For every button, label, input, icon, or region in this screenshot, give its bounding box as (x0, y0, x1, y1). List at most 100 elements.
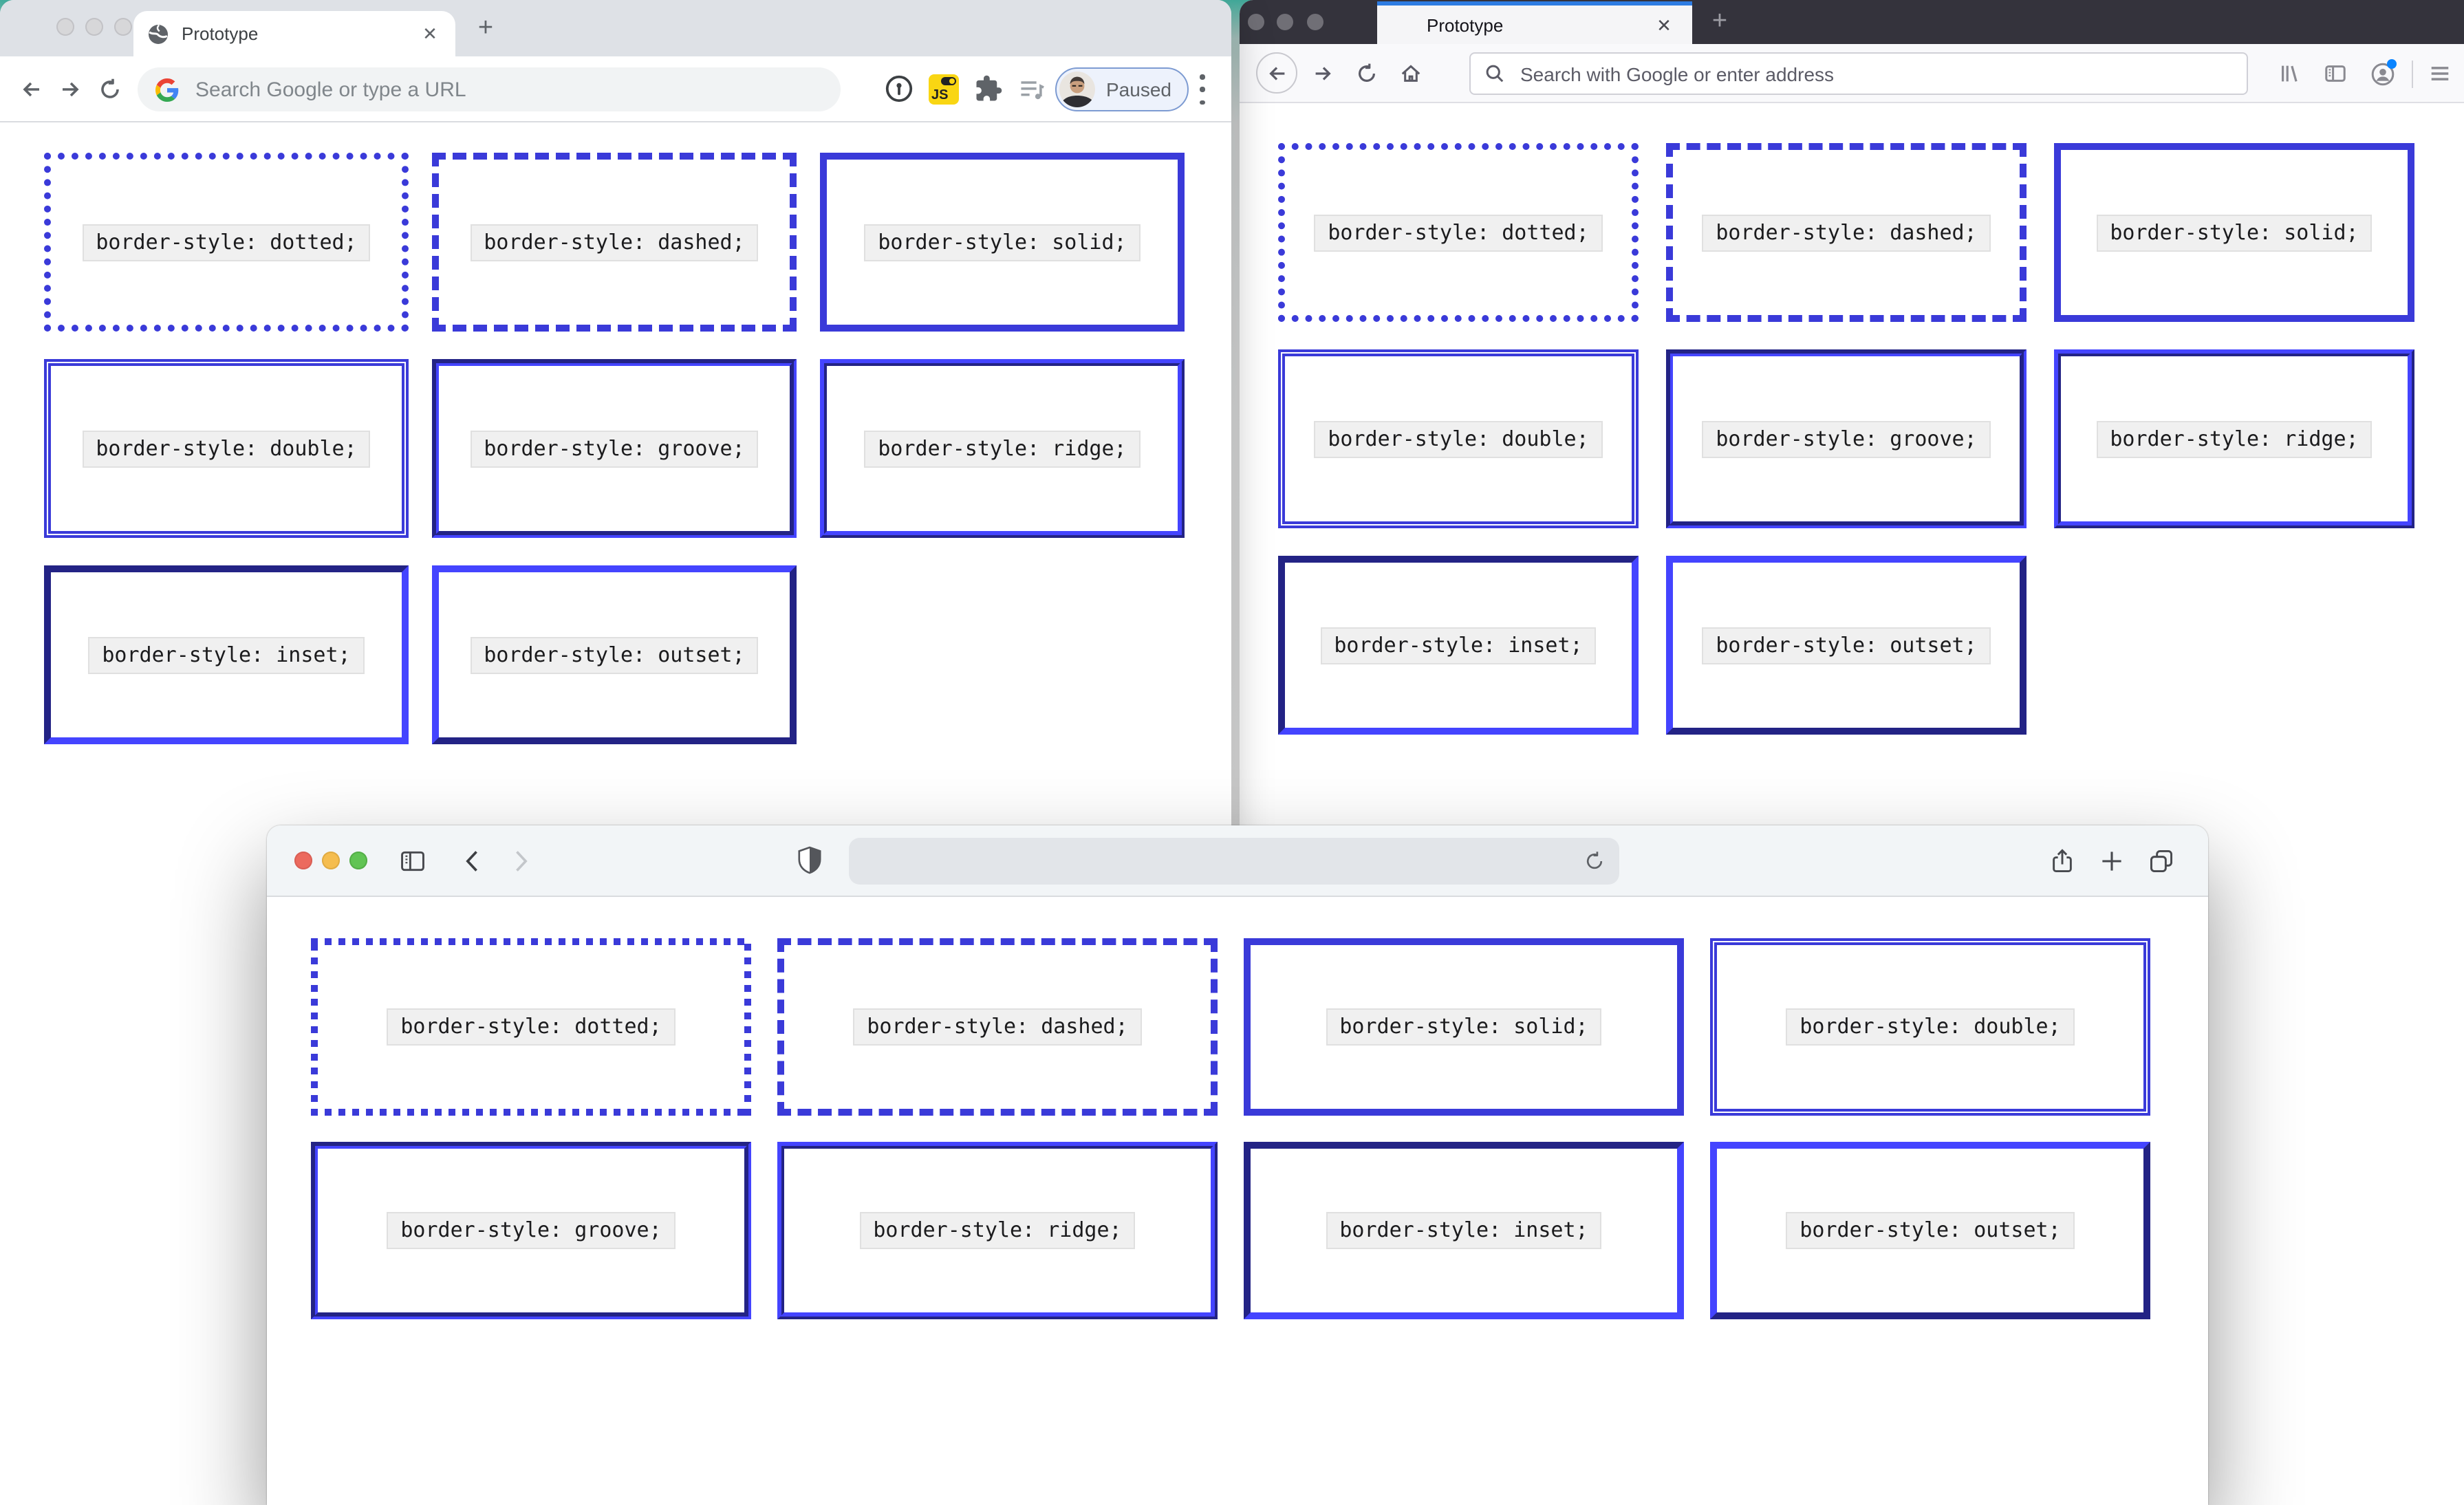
account-notification-dot (2387, 59, 2397, 69)
border-style-box-ridge: border-style: ridge; (820, 359, 1185, 538)
sidebar-icon[interactable] (2324, 62, 2347, 85)
reload-icon[interactable] (98, 77, 122, 102)
border-style-code-label: border-style: inset; (88, 636, 365, 673)
chrome-traffic-minimize-button[interactable] (85, 18, 103, 36)
border-style-code-label: border-style: dashed; (1702, 214, 1991, 251)
border-style-box-inset: border-style: inset; (1278, 556, 1639, 735)
border-style-box-outset: border-style: outset; (432, 565, 797, 744)
border-style-code-label: border-style: dashed; (470, 224, 759, 261)
border-style-code-label: border-style: outset; (1702, 627, 1991, 664)
safari-toolbar (267, 825, 2208, 897)
chrome-menu-icon[interactable] (1200, 74, 1205, 105)
border-style-box-solid: border-style: solid; (1244, 938, 1684, 1116)
border-style-code-label: border-style: outset; (470, 636, 759, 673)
home-icon[interactable] (1399, 62, 1423, 85)
border-style-box-dotted: border-style: dotted; (1278, 143, 1639, 322)
border-style-code-label: border-style: groove; (470, 430, 759, 467)
back-icon[interactable] (19, 77, 44, 102)
js-toggle-extension-icon[interactable]: JS (929, 74, 959, 105)
profile-sync-paused-chip[interactable]: Paused (1055, 67, 1189, 111)
safari-page-content: border-style: dotted; border-style: dashe… (267, 897, 2208, 1505)
border-style-code-label: border-style: double; (82, 430, 371, 467)
safari-address-field[interactable] (849, 838, 1619, 885)
border-style-code-label: border-style: solid; (864, 224, 1141, 261)
chrome-tab-title: Prototype (182, 23, 259, 44)
border-style-box-dotted: border-style: dotted; (44, 153, 409, 332)
google-g-icon (155, 78, 179, 101)
border-style-box-inset: border-style: inset; (1244, 1142, 1684, 1319)
firefox-traffic-zoom-button[interactable] (1307, 14, 1323, 30)
firefox-address-input[interactable] (1517, 61, 2233, 86)
toolbar-separator (2412, 61, 2413, 88)
border-style-box-dashed: border-style: dashed; (432, 153, 797, 332)
border-style-box-solid: border-style: solid; (2054, 143, 2414, 322)
chrome-address-input[interactable] (193, 76, 823, 102)
sidebar-toggle-icon[interactable] (399, 847, 426, 875)
border-style-code-label: border-style: solid; (2096, 214, 2373, 251)
border-style-box-dashed: border-style: dashed; (1666, 143, 2027, 322)
safari-traffic-close-button[interactable] (294, 852, 312, 869)
account-icon[interactable] (2370, 59, 2397, 86)
new-tab-plus-icon[interactable] (2098, 847, 2126, 875)
chrome-traffic-close-button[interactable] (56, 18, 74, 36)
safari-window: border-style: dotted; border-style: dashe… (267, 825, 2208, 1505)
firefox-tab-title: Prototype (1427, 14, 1504, 35)
reload-icon[interactable] (1584, 850, 1606, 872)
border-style-box-ridge: border-style: ridge; (2054, 349, 2414, 528)
border-style-box-dashed: border-style: dashed; (777, 938, 1218, 1116)
chrome-tab-close-icon[interactable]: ✕ (418, 22, 442, 45)
safari-traffic-minimize-button[interactable] (322, 852, 340, 869)
firefox-tab-close-icon[interactable]: ✕ (1652, 13, 1676, 36)
border-style-box-inset: border-style: inset; (44, 565, 409, 744)
firefox-tab-strip: Prototype ✕ + (1240, 0, 2464, 44)
border-style-box-double: border-style: double; (44, 359, 409, 538)
firefox-toolbar (1240, 44, 2464, 103)
chrome-tab-strip: Prototype ✕ + (0, 0, 1231, 56)
reload-icon[interactable] (1355, 62, 1379, 85)
border-style-box-groove: border-style: groove; (1666, 349, 2027, 528)
globe-favicon-icon (147, 23, 169, 45)
chrome-new-tab-button[interactable]: + (469, 14, 502, 47)
firefox-traffic-close-button[interactable] (1248, 14, 1264, 30)
chrome-toolbar: JS Paused (0, 56, 1231, 122)
border-style-code-label: border-style: ridge; (859, 1212, 1136, 1249)
safari-traffic-zoom-button[interactable] (349, 852, 367, 869)
share-icon[interactable] (2049, 847, 2076, 875)
back-icon[interactable] (1266, 62, 1289, 85)
firefox-address-bar[interactable] (1469, 52, 2248, 95)
library-icon[interactable] (2278, 62, 2302, 85)
forward-icon[interactable] (58, 77, 83, 102)
firefox-active-tab[interactable]: Prototype ✕ (1377, 1, 1692, 44)
border-style-code-label: border-style: dotted; (82, 224, 371, 261)
border-style-box-outset: border-style: outset; (1710, 1142, 2150, 1319)
border-style-code-label: border-style: inset; (1326, 1212, 1602, 1249)
extensions-puzzle-icon[interactable] (974, 74, 1003, 103)
search-icon (1484, 63, 1505, 84)
border-style-code-label: border-style: groove; (387, 1212, 676, 1249)
border-style-code-label: border-style: solid; (1326, 1008, 1602, 1046)
border-style-box-double: border-style: double; (1278, 349, 1639, 528)
back-icon[interactable] (460, 847, 487, 875)
profile-chip-label: Paused (1106, 78, 1171, 100)
chrome-active-tab[interactable]: Prototype ✕ (133, 11, 455, 56)
chrome-traffic-zoom-button[interactable] (114, 18, 132, 36)
chrome-address-bar[interactable] (138, 67, 841, 111)
border-style-box-outset: border-style: outset; (1666, 556, 2027, 735)
hamburger-menu-icon[interactable] (2428, 62, 2452, 85)
border-style-box-solid: border-style: solid; (820, 153, 1185, 332)
tab-overview-icon[interactable] (2148, 847, 2175, 875)
media-playlist-icon[interactable] (1018, 76, 1046, 103)
border-style-code-label: border-style: outset; (1786, 1212, 2075, 1249)
desktop: Prototype ✕ + Search Google or type a UR… (0, 0, 2464, 1505)
privacy-shield-icon[interactable] (797, 846, 824, 874)
border-style-code-label: border-style: double; (1786, 1008, 2075, 1046)
border-style-box-ridge: border-style: ridge; (777, 1142, 1218, 1319)
forward-icon[interactable] (506, 847, 534, 875)
firefox-traffic-minimize-button[interactable] (1277, 14, 1293, 30)
keyhole-extension-icon[interactable] (885, 74, 914, 103)
border-style-code-label: border-style: dotted; (387, 1008, 676, 1046)
border-style-box-groove: border-style: groove; (311, 1142, 751, 1319)
forward-icon[interactable] (1311, 62, 1334, 85)
border-style-box-dotted: border-style: dotted; (311, 938, 751, 1116)
firefox-new-tab-button[interactable]: + (1702, 4, 1738, 40)
